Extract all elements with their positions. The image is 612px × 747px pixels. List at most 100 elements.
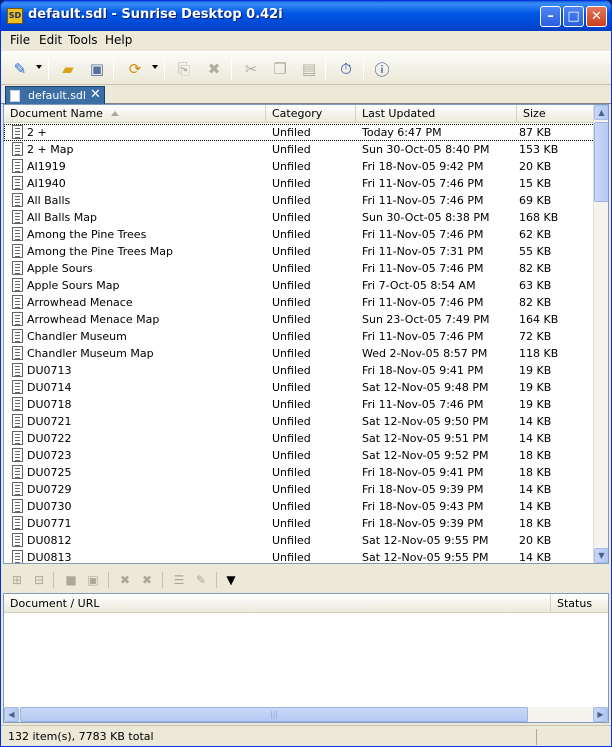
cell-updated: Fri 18-Nov-05 9:39 PM	[362, 517, 484, 530]
document-icon	[12, 210, 23, 224]
table-row[interactable]: All Balls Unfiled Fri 11-Nov-05 7:46 PM 69 …	[4, 192, 595, 209]
close-button[interactable]: ✕	[586, 6, 607, 27]
table-row[interactable]: Among the Pine Trees Unfiled Fri 11-Nov-05…	[4, 226, 595, 243]
cell-category: Unfiled	[272, 126, 311, 139]
table-row[interactable]: Apple Sours Unfiled Fri 11-Nov-05 7:46 PM 8…	[4, 260, 595, 277]
table-row[interactable]: DU0723 Unfiled Sat 12-Nov-05 9:52 PM 18 KB	[4, 447, 595, 464]
stop-icon[interactable]: ■	[63, 572, 79, 588]
menu-tools[interactable]: Tools	[68, 33, 98, 47]
sync-dropdown-icon[interactable]	[152, 65, 158, 69]
table-row[interactable]: 2 + Unfiled Today 6:47 PM 87 KB	[4, 124, 595, 141]
column-header-size[interactable]: Size	[517, 105, 595, 123]
remove-icon[interactable]: ✖	[117, 572, 133, 588]
table-row[interactable]: Chandler Museum Map Unfiled Wed 2-Nov-05 8…	[4, 345, 595, 362]
table-row[interactable]: Arrowhead Menace Unfiled Fri 11-Nov-05 7:4…	[4, 294, 595, 311]
cell-name: AI1940	[27, 177, 66, 190]
save-icon[interactable]: ▣	[86, 58, 108, 80]
download-queue[interactable]: Document / URL Status ◀ ||| ▶	[3, 593, 609, 723]
scroll-down-icon[interactable]: ▼	[594, 548, 608, 563]
column-header-updated[interactable]: Last Updated	[356, 105, 517, 123]
cell-category: Unfiled	[272, 517, 311, 530]
cell-size: 19 KB	[519, 364, 552, 377]
table-row[interactable]: 2 + Map Unfiled Sun 30-Oct-05 8:40 PM 153 K…	[4, 141, 595, 158]
table-row[interactable]: DU0730 Unfiled Fri 18-Nov-05 9:43 PM 14 KB	[4, 498, 595, 515]
stop-all-icon[interactable]: ▣	[85, 572, 101, 588]
new-dropdown-icon[interactable]	[36, 65, 42, 69]
copy-icon[interactable]: ❐	[269, 58, 291, 80]
horizontal-scrollbar[interactable]: ◀ ||| ▶	[4, 707, 608, 722]
close-tab-icon[interactable]: ✕	[90, 87, 101, 102]
sync-icon[interactable]: ⟳	[124, 58, 146, 80]
table-row[interactable]: AI1919 Unfiled Fri 18-Nov-05 9:42 PM 20 KB	[4, 158, 595, 175]
cell-category: Unfiled	[272, 194, 311, 207]
document-icon	[12, 244, 23, 258]
dropdown-arrow-icon[interactable]: ▼	[223, 572, 239, 588]
copy-page-icon[interactable]: ⎘	[173, 58, 195, 80]
properties-icon[interactable]: ☰	[171, 572, 187, 588]
app-window: SD default.sdl - Sunrise Desktop 0.42i –…	[0, 0, 612, 747]
paste-icon[interactable]: ▤	[298, 58, 320, 80]
menu-help[interactable]: Help	[105, 33, 132, 47]
delete-icon[interactable]: ✖	[203, 58, 225, 80]
expand-icon[interactable]: ⊞	[9, 572, 25, 588]
menu-edit[interactable]: Edit	[39, 33, 62, 47]
table-row[interactable]: DU0771 Unfiled Fri 18-Nov-05 9:39 PM 18 KB	[4, 515, 595, 532]
table-row[interactable]: AI1940 Unfiled Fri 11-Nov-05 7:46 PM 15 KB	[4, 175, 595, 192]
document-list[interactable]: Document Name Category Last Updated Size…	[3, 104, 609, 564]
document-icon	[12, 380, 23, 394]
cell-updated: Sat 12-Nov-05 9:55 PM	[362, 534, 489, 547]
collapse-icon[interactable]: ⊟	[31, 572, 47, 588]
stopwatch-icon[interactable]: ⏱	[335, 58, 357, 80]
tab-default-sdl[interactable]: default.sdl ✕	[5, 86, 105, 104]
table-row[interactable]: DU0721 Unfiled Sat 12-Nov-05 9:50 PM 14 KB	[4, 413, 595, 430]
table-row[interactable]: DU0812 Unfiled Sat 12-Nov-05 9:55 PM 20 KB	[4, 532, 595, 549]
table-row[interactable]: DU0714 Unfiled Sat 12-Nov-05 9:48 PM 19 KB	[4, 379, 595, 396]
toolbar-separator	[231, 58, 232, 80]
document-icon	[12, 499, 23, 513]
horizontal-scroll-thumb[interactable]: |||	[20, 707, 528, 722]
scroll-up-icon[interactable]: ▲	[594, 105, 608, 120]
column-header-status[interactable]: Status	[551, 594, 608, 613]
cell-name: 2 + Map	[27, 143, 74, 156]
table-row[interactable]: DU0722 Unfiled Sat 12-Nov-05 9:51 PM 14 KB	[4, 430, 595, 447]
new-document-icon[interactable]: ✎	[9, 58, 31, 80]
scroll-right-icon[interactable]: ▶	[593, 707, 608, 722]
cell-category: Unfiled	[272, 483, 311, 496]
table-row[interactable]: Arrowhead Menace Map Unfiled Sun 23-Oct-05…	[4, 311, 595, 328]
table-row[interactable]: Among the Pine Trees Map Unfiled Fri 11-No…	[4, 243, 595, 260]
table-row[interactable]: DU0813 Unfiled Sat 12-Nov-05 9:55 PM 14 KB	[4, 549, 595, 563]
table-row[interactable]: DU0725 Unfiled Fri 18-Nov-05 9:41 PM 18 KB	[4, 464, 595, 481]
scroll-left-icon[interactable]: ◀	[4, 707, 19, 722]
table-row[interactable]: DU0713 Unfiled Fri 18-Nov-05 9:41 PM 19 KB	[4, 362, 595, 379]
table-row[interactable]: Chandler Museum Unfiled Fri 11-Nov-05 7:46…	[4, 328, 595, 345]
cell-name: DU0723	[27, 449, 72, 462]
column-header-document-url[interactable]: Document / URL	[4, 594, 551, 613]
vertical-scrollbar[interactable]: ▲ ▼	[593, 105, 608, 563]
toolbar-separator	[113, 58, 114, 80]
column-header-category[interactable]: Category	[266, 105, 356, 123]
cell-name: Among the Pine Trees	[27, 228, 147, 241]
cut-icon[interactable]: ✂	[240, 58, 262, 80]
menu-file[interactable]: File	[10, 33, 30, 47]
app-icon[interactable]: SD	[7, 8, 23, 24]
queue-header: Document / URL Status	[4, 594, 608, 613]
table-row[interactable]: All Balls Map Unfiled Sun 30-Oct-05 8:38 P…	[4, 209, 595, 226]
remove-all-icon[interactable]: ✖	[139, 572, 155, 588]
cell-updated: Fri 11-Nov-05 7:46 PM	[362, 296, 484, 309]
help-icon[interactable]: ⓘ	[371, 58, 393, 80]
table-row[interactable]: DU0729 Unfiled Fri 18-Nov-05 9:39 PM 14 KB	[4, 481, 595, 498]
table-row[interactable]: Apple Sours Map Unfiled Fri 7-Oct-05 8:54 …	[4, 277, 595, 294]
cell-category: Unfiled	[272, 466, 311, 479]
document-icon	[12, 363, 23, 377]
document-icon	[12, 261, 23, 275]
maximize-button[interactable]: □	[563, 6, 584, 27]
title-bar[interactable]: SD default.sdl - Sunrise Desktop 0.42i –…	[1, 1, 611, 31]
cell-updated: Fri 11-Nov-05 7:46 PM	[362, 194, 484, 207]
table-row[interactable]: DU0718 Unfiled Fri 11-Nov-05 7:46 PM 19 KB	[4, 396, 595, 413]
scroll-thumb[interactable]	[594, 122, 608, 202]
minimize-button[interactable]: –	[540, 6, 561, 27]
column-header-name[interactable]: Document Name	[4, 105, 266, 123]
open-folder-icon[interactable]: ▰	[57, 58, 79, 80]
window-title: default.sdl - Sunrise Desktop 0.42i	[28, 7, 283, 22]
edit-icon[interactable]: ✎	[193, 572, 209, 588]
